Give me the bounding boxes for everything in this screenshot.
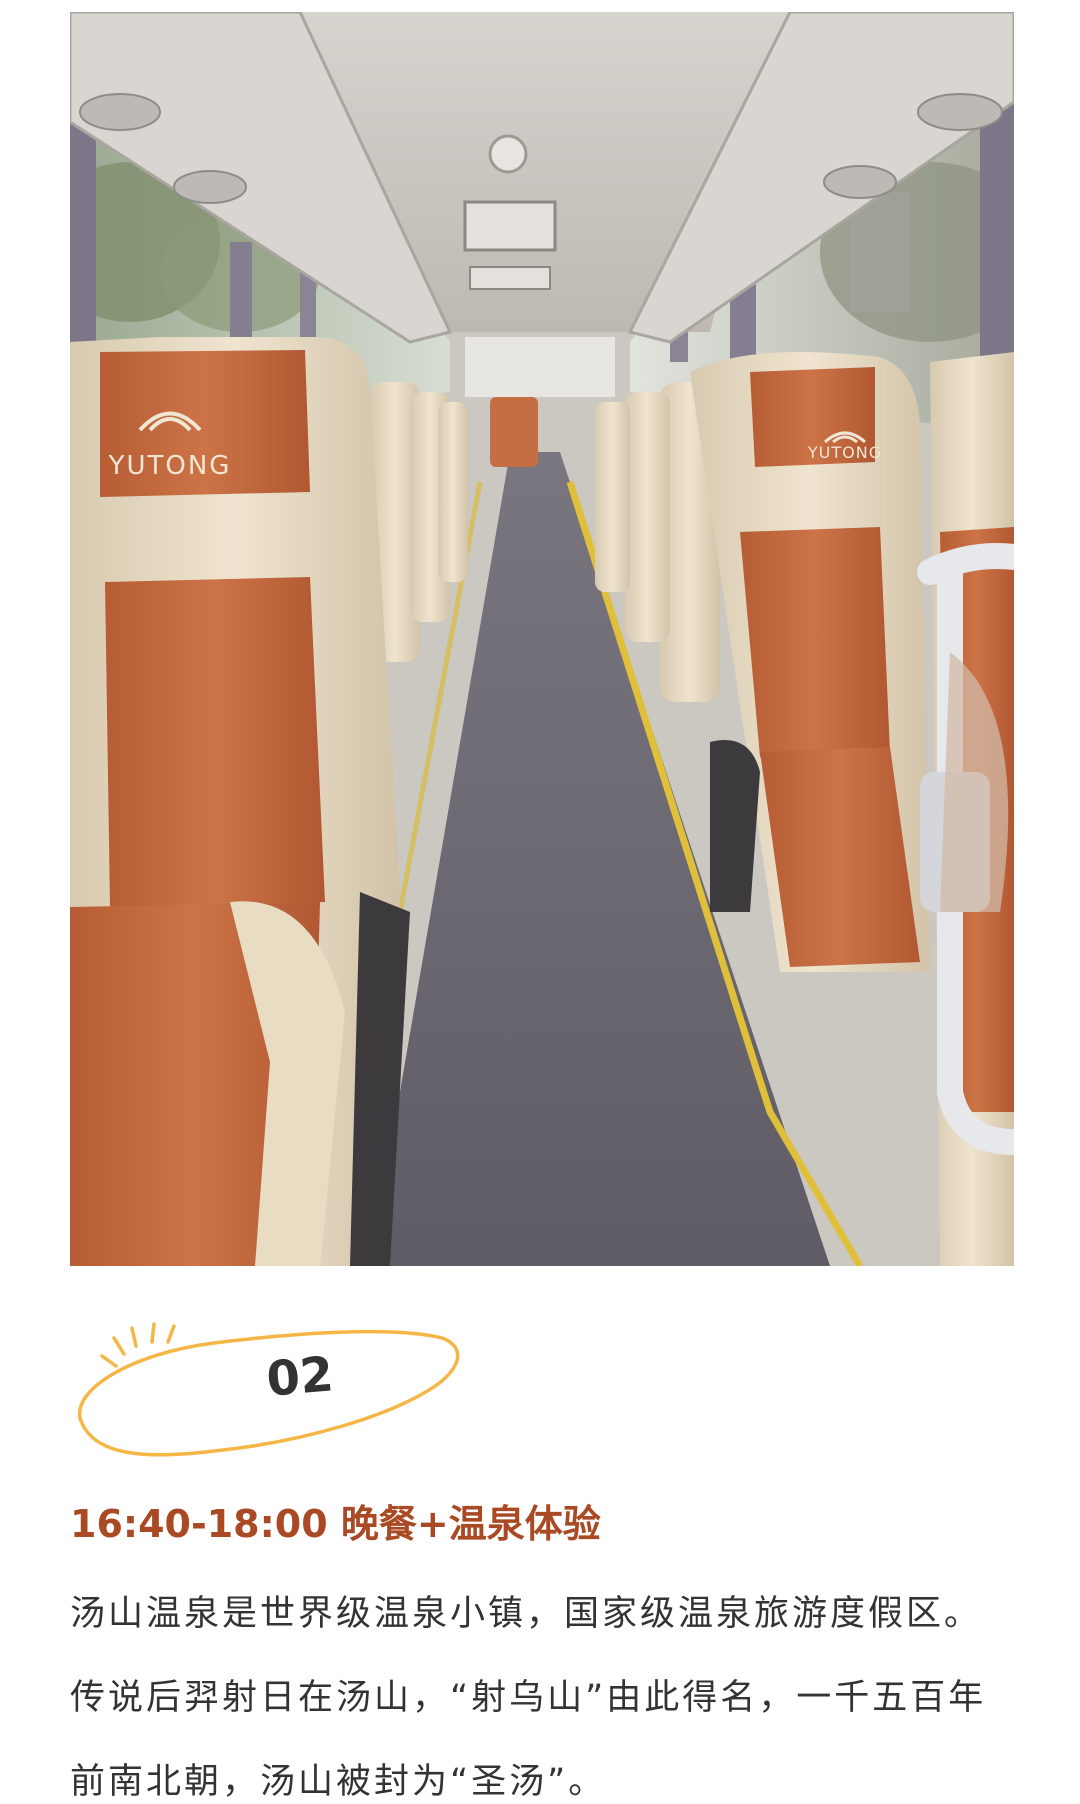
section-title: 16:40-18:00 晚餐+温泉体验 (70, 1502, 601, 1546)
bus-interior-illustration: YUTONG YUTONG (70, 12, 1014, 1266)
yutong-logo-left: YUTONG (108, 451, 232, 481)
bus-interior-photo: YUTONG YUTONG (70, 12, 1014, 1266)
front-left-seat: YUTONG (70, 337, 400, 1266)
section-paragraph: 汤山温泉是世界级温泉小镇，国家级温泉旅游度假区。传说后羿射日在汤山，“射乌山”由… (70, 1594, 987, 1802)
section-number: 02 (264, 1346, 336, 1408)
section-number-badge: 02 (64, 1298, 464, 1468)
yutong-logo-right: YUTONG (807, 443, 882, 462)
sparkle-lines-icon (100, 1322, 176, 1368)
